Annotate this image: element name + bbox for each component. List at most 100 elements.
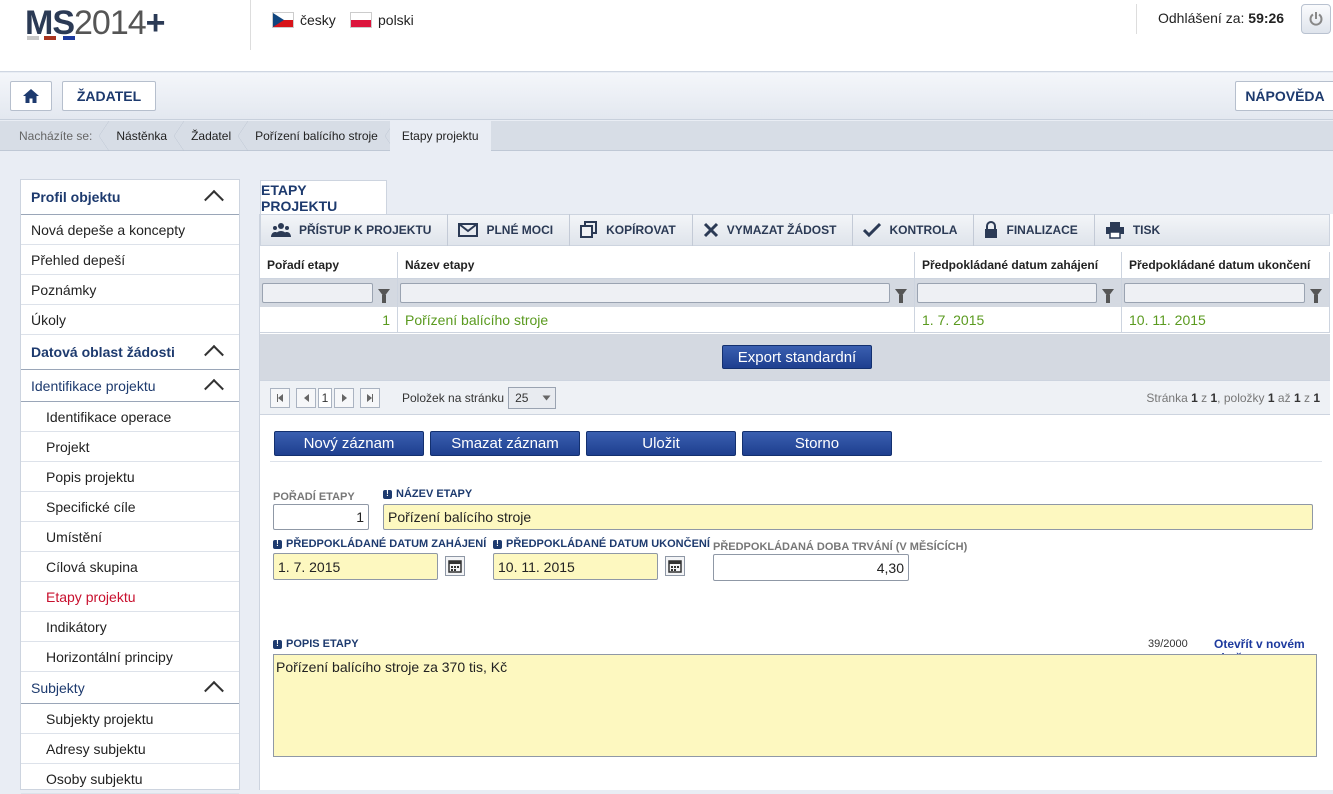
popis-counter: 39/2000 [1148,638,1188,650]
sidebar-group-identifikace[interactable]: Identifikace projektu [21,370,239,402]
filter-input[interactable] [917,283,1097,303]
ukonceni-label: ! PŘEDPOKLÁDANÉ DATUM UKONČENÍ [493,538,710,550]
calendar-icon [668,560,682,573]
tab-strip [259,179,1333,214]
export-bar: Export standardní [260,334,1330,380]
nazev-label: ! NÁZEV ETAPY [383,488,472,500]
sidebar-item-subjekty-projektu[interactable]: Subjekty projektu [21,704,239,734]
cancel-button[interactable]: Storno [742,431,892,456]
per-page-label: Položek na stránku [402,390,505,405]
filter-input[interactable] [400,283,890,303]
next-page-button[interactable] [334,387,354,408]
sidebar-item-nova-depese[interactable]: Nová depeše a koncepty [21,215,239,245]
new-record-button[interactable]: Nový záznam [274,431,424,456]
filter-input[interactable] [262,283,373,303]
sidebar-item-horizontalni-principy[interactable]: Horizontální principy [21,642,239,672]
cell-nazev: Pořízení balícího stroje [398,307,915,332]
chevron-up-icon[interactable] [204,344,224,365]
lang-cesky[interactable]: česky [272,12,336,28]
sidebar-item-umisteni[interactable]: Umístění [21,522,239,552]
pager-text: z [1303,390,1310,405]
sidebar-section-label: Profil objektu [31,189,121,205]
cz-flag-icon [272,12,294,28]
poradi-field[interactable]: 1 [273,504,369,530]
sidebar-item-projekt[interactable]: Projekt [21,432,239,462]
sidebar-item-cilova-skupina[interactable]: Cílová skupina [21,552,239,582]
breadcrumb-item[interactable]: Pořízení balícího stroje [243,120,395,151]
lang-polski[interactable]: polski [350,12,414,28]
vymazat-zadost-button[interactable]: VYMAZAT ŽÁDOST [693,214,854,246]
delete-record-button[interactable]: Smazat záznam [430,431,580,456]
sidebar-item-specificke-cile[interactable]: Specifické cíle [21,492,239,522]
zadatel-button[interactable]: ŽADATEL [62,81,156,111]
breadcrumb: Nacházíte se: Nástěnka Žadatel Pořízení … [0,120,1333,151]
chevron-up-icon[interactable] [204,680,224,701]
sidebar-item-ukoly[interactable]: Úkoly [21,305,239,335]
current-page-input[interactable]: 1 [318,387,332,408]
kontrola-button[interactable]: KONTROLA [853,214,975,246]
breadcrumb-item[interactable]: Žadatel [179,120,249,151]
sidebar-item-identifikace-operace[interactable]: Identifikace operace [21,402,239,432]
zahajeni-field[interactable]: 1. 7. 2015 [273,553,438,580]
filter-icon[interactable] [895,289,907,303]
doba-label: PŘEDPOKLÁDANÁ DOBA TRVÁNÍ (V MĚSÍCÍCH) [713,541,968,553]
zahajeni-label-text: PŘEDPOKLÁDANÉ DATUM ZAHÁJENÍ [286,538,487,550]
sidebar-group-subjekty[interactable]: Subjekty [21,672,239,704]
filter-icon[interactable] [378,289,390,303]
required-icon: ! [273,639,282,649]
toolbar: PŘÍSTUP K PROJEKTU PLNÉ MOCI KOPÍROVAT V… [260,214,1330,246]
column-header[interactable]: Pořadí etapy [260,252,398,278]
per-page-select[interactable]: 25 [508,386,557,409]
toolbar-label: PLNÉ MOCI [486,223,554,237]
chevron-up-icon[interactable] [204,189,224,210]
column-header[interactable]: Název etapy [398,252,915,278]
lang-cesky-label: česky [300,12,336,28]
sidebar-item-popis-projektu[interactable]: Popis projektu [21,462,239,492]
grid-header: Pořadí etapy Název etapy Předpokládané d… [260,252,1330,279]
prev-page-button[interactable] [296,387,316,408]
filter-icon[interactable] [1102,289,1114,303]
home-button[interactable] [10,81,52,111]
tisk-button[interactable]: TISK [1095,214,1176,246]
kopirovat-button[interactable]: KOPÍROVAT [570,214,693,246]
sidebar-item-adresy-subjektu[interactable]: Adresy subjektu [21,734,239,764]
export-button[interactable]: Export standardní [722,345,872,369]
first-page-button[interactable] [270,387,290,408]
last-page-button[interactable] [360,387,380,408]
divider [270,461,1322,462]
help-button[interactable]: NÁPOVĚDA [1235,81,1333,111]
nazev-field[interactable]: Pořízení balícího stroje [383,504,1313,530]
chevron-up-icon[interactable] [204,378,224,399]
sidebar-item-prehled-depesi[interactable]: Přehled depeší [21,245,239,275]
nav-bar: ŽADATEL NÁPOVĚDA [0,73,1333,120]
sidebar-item-indikatory[interactable]: Indikátory [21,612,239,642]
calendar-button[interactable] [445,556,465,576]
pl-flag-icon [350,12,372,28]
ukonceni-field[interactable]: 10. 11. 2015 [493,553,658,580]
filter-input[interactable] [1124,283,1305,303]
popis-textarea[interactable]: Pořízení balícího stroje za 370 tis, Kč [273,654,1317,757]
first-page-arrow-icon [278,393,283,402]
toolbar-label: KOPÍROVAT [606,223,676,237]
table-row[interactable]: 1 Pořízení balícího stroje 1. 7. 2015 10… [260,307,1330,333]
pristup-k-projektu-button[interactable]: PŘÍSTUP K PROJEKTU [261,214,449,246]
column-header[interactable]: Předpokládané datum ukončení [1122,252,1330,278]
sidebar-item-etapy-projektu[interactable]: Etapy projektu [21,582,239,612]
sidebar-item-poznamky[interactable]: Poznámky [21,275,239,305]
save-button[interactable]: Uložit [586,431,736,456]
power-icon [1309,12,1323,26]
logout-button[interactable] [1301,4,1331,34]
column-header[interactable]: Předpokládané datum zahájení [915,252,1122,278]
breadcrumb-current: Etapy projektu [389,120,491,151]
breadcrumb-item[interactable]: Nástěnka [104,120,184,151]
popis-label-text: POPIS ETAPY [286,638,359,650]
sidebar-section-datova-oblast[interactable]: Datová oblast žádosti [21,335,239,370]
sidebar-section-profil[interactable]: Profil objektu [21,180,239,215]
sidebar-group-label: Identifikace projektu [31,377,156,394]
plne-moci-button[interactable]: PLNÉ MOCI [448,214,571,246]
filter-icon[interactable] [1310,289,1322,303]
finalizace-button[interactable]: FINALIZACE [974,214,1095,246]
tab-etapy-projektu[interactable]: ETAPY PROJEKTU [260,180,387,214]
calendar-button[interactable] [665,556,685,576]
pager-number: 1 [1267,390,1275,405]
